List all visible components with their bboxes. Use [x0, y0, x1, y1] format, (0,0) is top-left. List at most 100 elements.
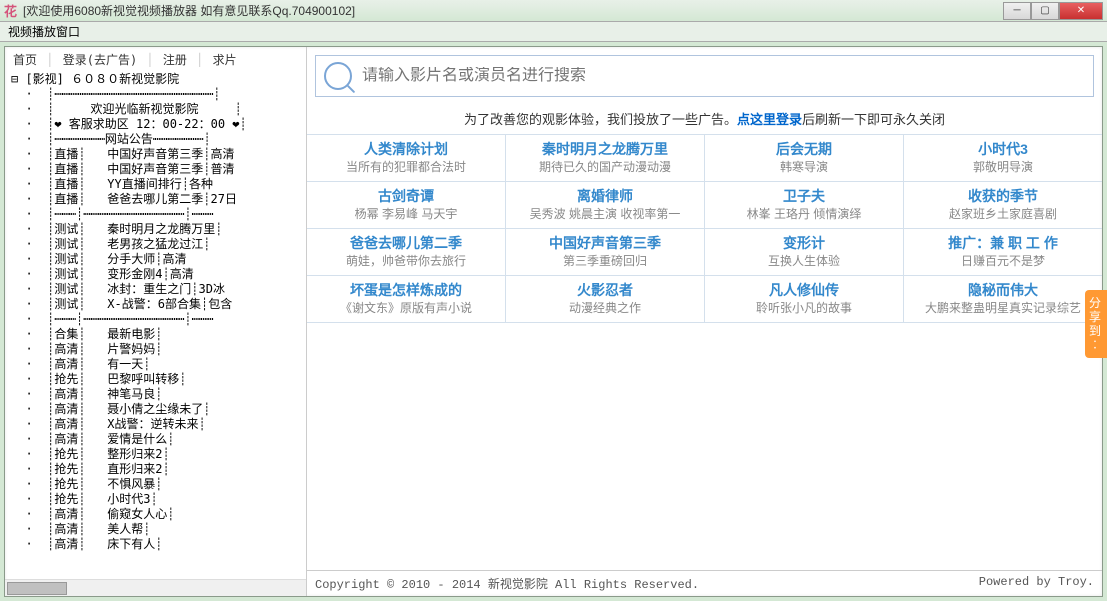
tree-item[interactable]: 变形金刚4: [107, 267, 162, 281]
tree-item[interactable]: X-战警：6部合集: [107, 297, 201, 311]
grid-cell[interactable]: 隐秘而伟大大鹏来整蛊明星真实记录综艺: [904, 276, 1102, 322]
grid-cell[interactable]: 凡人修仙传聆听张小凡的故事: [705, 276, 904, 322]
grid-title[interactable]: 爸爸去哪儿第二季: [307, 233, 505, 253]
grid-subtitle: 当所有的犯罪都合法时: [307, 159, 505, 175]
grid-subtitle: 互换人生体验: [705, 253, 903, 269]
grid-cell[interactable]: 离婚律师吴秀波 姚晨主演 收视率第一: [506, 182, 705, 228]
tree-item[interactable]: 直形归来2: [107, 462, 162, 476]
grid-title[interactable]: 秦时明月之龙腾万里: [506, 139, 704, 159]
tree-item[interactable]: 神笔马良: [107, 387, 155, 401]
tree-item[interactable]: 片警妈妈: [107, 342, 155, 356]
grid-title[interactable]: 中国好声音第三季: [506, 233, 704, 253]
tree-item[interactable]: 偷窥女人心: [107, 507, 167, 521]
search-bar: [315, 55, 1094, 97]
tree-item[interactable]: 最新电影: [107, 327, 155, 341]
grid-subtitle: 杨幂 李易峰 马天宇: [307, 206, 505, 222]
powered-by: Powered by Troy.: [979, 575, 1094, 592]
tree-item[interactable]: 爱情是什么: [107, 432, 167, 446]
nav-home[interactable]: 首页: [13, 53, 37, 67]
tree-item[interactable]: 床下有人: [107, 537, 155, 551]
grid-cell[interactable]: 小时代3郭敬明导演: [904, 135, 1102, 181]
minimize-button[interactable]: ─: [1003, 2, 1031, 20]
close-button[interactable]: ✕: [1059, 2, 1103, 20]
tree-root[interactable]: ⊟ [影视] ６０８０新视觉影院: [11, 72, 179, 86]
top-nav: 首页 │ 登录(去广告) │ 注册 │ 求片: [5, 47, 306, 72]
nav-login[interactable]: 登录(去广告): [63, 53, 137, 67]
tree-item[interactable]: 秦时明月之龙腾万里: [107, 222, 215, 236]
titlebar: 花 [欢迎使用6080新视觉视频播放器 如有意见联系Qq.704900102] …: [0, 0, 1107, 22]
tree-item[interactable]: 小时代3: [107, 492, 150, 506]
grid-title[interactable]: 变形计: [705, 233, 903, 253]
notice-banner: 为了改善您的观影体验，我们投放了一些广告。点这里登录后刷新一下即可永久关闭: [307, 105, 1102, 134]
grid-cell[interactable]: 古剑奇谭杨幂 李易峰 马天宇: [307, 182, 506, 228]
grid-subtitle: 韩寒导演: [705, 159, 903, 175]
copyright: Copyright © 2010 - 2014 新视觉影院 All Rights…: [315, 575, 979, 592]
tree-item[interactable]: 爸爸去哪儿第二季: [107, 192, 203, 206]
maximize-button[interactable]: ▢: [1031, 2, 1059, 20]
grid-title[interactable]: 离婚律师: [506, 186, 704, 206]
tree-item[interactable]: 老男孩之猛龙过江: [107, 237, 203, 251]
grid-subtitle: 萌娃，帅爸带你去旅行: [307, 253, 505, 269]
share-tab[interactable]: 分享到︰: [1085, 290, 1107, 358]
grid-title[interactable]: 坏蛋是怎样炼成的: [307, 280, 505, 300]
grid-subtitle: 郭敬明导演: [904, 159, 1102, 175]
grid-title[interactable]: 卫子夫: [705, 186, 903, 206]
grid-cell[interactable]: 卫子夫林峯 王珞丹 倾情演绎: [705, 182, 904, 228]
search-input[interactable]: [362, 67, 1085, 85]
grid-title[interactable]: 推广：兼 职 工 作: [904, 233, 1102, 253]
tree-item[interactable]: 冰封：重生之门: [107, 282, 191, 296]
grid-cell[interactable]: 收获的季节赵家班乡土家庭喜剧: [904, 182, 1102, 228]
window-title: [欢迎使用6080新视觉视频播放器 如有意见联系Qq.704900102]: [23, 2, 1003, 19]
tree-item[interactable]: 不惧风暴: [107, 477, 155, 491]
grid-cell[interactable]: 秦时明月之龙腾万里期待已久的国产动漫动漫: [506, 135, 705, 181]
content-grid: 人类清除计划当所有的犯罪都合法时秦时明月之龙腾万里期待已久的国产动漫动漫后会无期…: [307, 134, 1102, 323]
main-panel: 为了改善您的观影体验，我们投放了一些广告。点这里登录后刷新一下即可永久关闭 人类…: [307, 47, 1102, 596]
tree-item[interactable]: X战警：逆转未来: [107, 417, 198, 431]
grid-cell[interactable]: 中国好声音第三季第三季重磅回归: [506, 229, 705, 275]
grid-title[interactable]: 古剑奇谭: [307, 186, 505, 206]
grid-cell[interactable]: 火影忍者动漫经典之作: [506, 276, 705, 322]
nav-request[interactable]: 求片: [213, 53, 237, 67]
tree-item[interactable]: 中国好声音第三季: [107, 162, 203, 176]
search-icon: [324, 62, 352, 90]
grid-subtitle: 聆听张小凡的故事: [705, 300, 903, 316]
grid-subtitle: 《谢文东》原版有声小说: [307, 300, 505, 316]
grid-subtitle: 期待已久的国产动漫动漫: [506, 159, 704, 175]
grid-subtitle: 大鹏来整蛊明星真实记录综艺: [904, 300, 1102, 316]
grid-cell[interactable]: 坏蛋是怎样炼成的《谢文东》原版有声小说: [307, 276, 506, 322]
grid-title[interactable]: 收获的季节: [904, 186, 1102, 206]
grid-title[interactable]: 凡人修仙传: [705, 280, 903, 300]
grid-subtitle: 吴秀波 姚晨主演 收视率第一: [506, 206, 704, 222]
sidebar: 首页 │ 登录(去广告) │ 注册 │ 求片 ⊟ [影视] ６０８０新视觉影院 …: [5, 47, 307, 596]
footer: Copyright © 2010 - 2014 新视觉影院 All Rights…: [307, 570, 1102, 596]
menu-video-window[interactable]: 视频播放窗口: [8, 23, 80, 40]
grid-title[interactable]: 后会无期: [705, 139, 903, 159]
grid-cell[interactable]: 后会无期韩寒导演: [705, 135, 904, 181]
menubar: 视频播放窗口: [0, 22, 1107, 42]
grid-title[interactable]: 隐秘而伟大: [904, 280, 1102, 300]
grid-title[interactable]: 人类清除计划: [307, 139, 505, 159]
horizontal-scrollbar[interactable]: [5, 579, 306, 596]
grid-subtitle: 动漫经典之作: [506, 300, 704, 316]
grid-cell[interactable]: 爸爸去哪儿第二季萌娃，帅爸带你去旅行: [307, 229, 506, 275]
grid-subtitle: 林峯 王珞丹 倾情演绎: [705, 206, 903, 222]
grid-cell[interactable]: 变形计互换人生体验: [705, 229, 904, 275]
grid-subtitle: 赵家班乡土家庭喜剧: [904, 206, 1102, 222]
notice-login-link[interactable]: 点这里登录: [737, 112, 802, 127]
grid-cell[interactable]: 人类清除计划当所有的犯罪都合法时: [307, 135, 506, 181]
app-logo: 花: [4, 1, 17, 20]
grid-title[interactable]: 小时代3: [904, 139, 1102, 159]
nav-register[interactable]: 注册: [163, 53, 187, 67]
grid-cell[interactable]: 推广：兼 职 工 作日赚百元不是梦: [904, 229, 1102, 275]
tree-item[interactable]: 有一天: [107, 357, 143, 371]
grid-subtitle: 第三季重磅回归: [506, 253, 704, 269]
tree-item[interactable]: 巴黎呼叫转移: [107, 372, 179, 386]
tree-item[interactable]: 中国好声音第三季: [107, 147, 203, 161]
tree-item[interactable]: 整形归来2: [107, 447, 162, 461]
tree-item[interactable]: 聂小倩之尘缘未了: [107, 402, 203, 416]
grid-title[interactable]: 火影忍者: [506, 280, 704, 300]
tree-item[interactable]: 美人帮: [107, 522, 143, 536]
tree-item[interactable]: 分手大师: [107, 252, 155, 266]
tree-list[interactable]: ⊟ [影视] ６０８０新视觉影院 · ┊┉┉┉┉┉┉┉┉┉┉┉┉┉┉┉┉┉┉┉┉…: [5, 72, 306, 579]
tree-item[interactable]: YY直播间排行: [107, 177, 181, 191]
